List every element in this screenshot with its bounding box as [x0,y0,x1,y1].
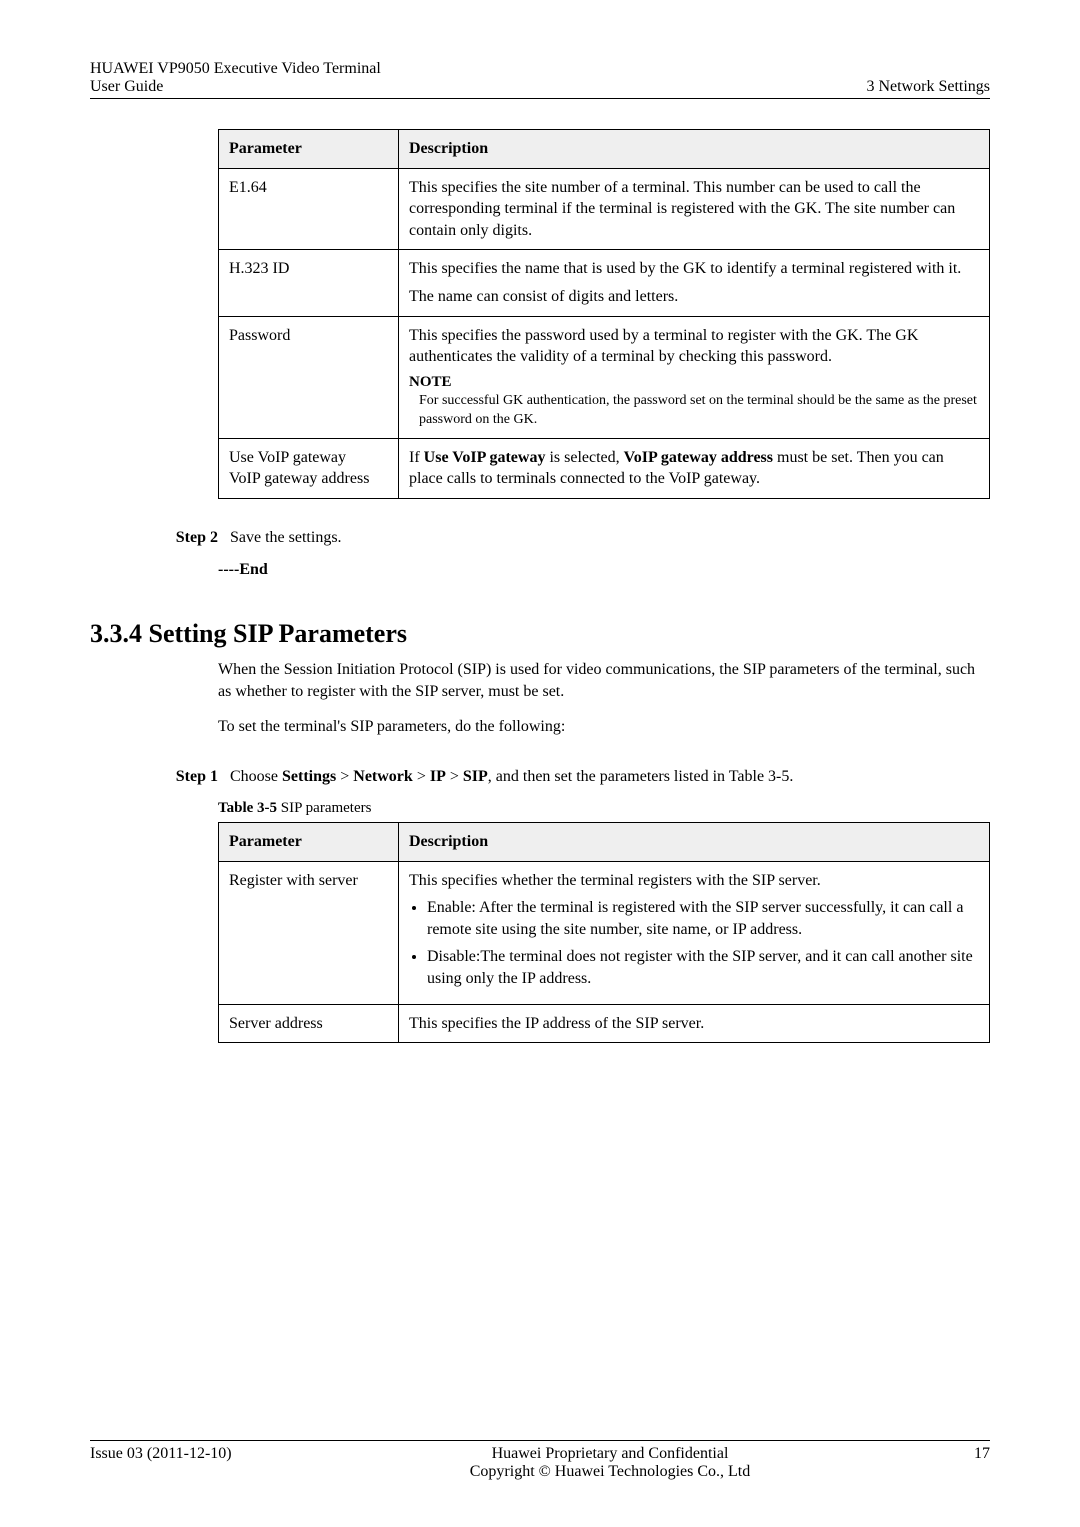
caption-bold: Table 3-5 [218,800,277,816]
section-paragraph: When the Session Initiation Protocol (SI… [218,659,990,702]
section-heading: 3.3.4 Setting SIP Parameters [90,619,990,649]
desc-cell: This specifies the name that is used by … [399,250,990,316]
param-cell: Use VoIP gateway VoIP gateway address [219,438,399,498]
table-row: Server address This specifies the IP add… [219,1004,990,1043]
desc-cell: If Use VoIP gateway is selected, VoIP ga… [399,438,990,498]
page-footer: Issue 03 (2011-12-10) Huawei Proprietary… [90,1440,990,1481]
desc-bold: Use VoIP gateway [424,449,546,466]
table-row: E1.64 This specifies the site number of … [219,168,990,250]
end-marker: ----End [218,561,990,579]
parameters-table-1: Parameter Description E1.64 This specifi… [218,129,990,499]
desc-bold: VoIP gateway address [624,449,773,466]
step-1: Step 1 Choose Settings > Network > IP > … [90,768,990,786]
list-item: Disable:The terminal does not register w… [427,946,979,989]
footer-issue: Issue 03 (2011-12-10) [90,1445,290,1463]
table2-head-param: Parameter [219,823,399,862]
table-caption: Table 3-5 SIP parameters [218,798,990,818]
section-body: When the Session Initiation Protocol (SI… [218,659,990,738]
param-cell: H.323 ID [219,250,399,316]
header-left: HUAWEI VP9050 Executive Video Terminal U… [90,60,381,96]
table2-block: Table 3-5 SIP parameters Parameter Descr… [218,798,990,1043]
step-body: Choose Settings > Network > IP > SIP, an… [230,768,990,786]
header-chapter: 3 Network Settings [866,78,990,96]
table-row: H.323 ID This specifies the name that is… [219,250,990,316]
section-title: Setting SIP Parameters [149,619,408,648]
param-cell: E1.64 [219,168,399,250]
note-body: For successful GK authentication, the pa… [419,392,979,430]
desc-line: The name can consist of digits and lette… [409,286,979,308]
desc-line: This specifies the name that is used by … [409,258,979,280]
footer-line2: Copyright © Huawei Technologies Co., Ltd [290,1463,930,1481]
desc-cell: This specifies the site number of a term… [399,168,990,250]
desc-intro: This specifies whether the terminal regi… [409,870,979,892]
desc-text: is selected, [545,449,623,466]
footer-page: 17 [930,1445,990,1463]
param-line: VoIP gateway address [229,468,388,490]
table2-head-desc: Description [399,823,990,862]
section-number: 3.3.4 [90,619,142,648]
desc-text: If [409,449,424,466]
param-cell: Register with server [219,861,399,1004]
param-cell: Server address [219,1004,399,1043]
step-text: , and then set the parameters listed in … [488,768,794,785]
step-label: Step 2 [90,529,230,547]
step-bold: SIP [463,768,488,785]
note-label: NOTE [409,372,979,392]
step-text: Choose [230,768,282,785]
table1-head-param: Parameter [219,130,399,169]
desc-list: Enable: After the terminal is registered… [409,897,979,989]
list-item: Enable: After the terminal is registered… [427,897,979,940]
step-sep: > [446,768,463,785]
desc-cell: This specifies the password used by a te… [399,316,990,438]
table-row: Register with server This specifies whet… [219,861,990,1004]
param-cell: Password [219,316,399,438]
page: HUAWEI VP9050 Executive Video Terminal U… [0,0,1080,1527]
param-line: Use VoIP gateway [229,447,388,469]
step-label: Step 1 [90,768,230,786]
desc-cell: This specifies the IP address of the SIP… [399,1004,990,1043]
caption-rest: SIP parameters [277,800,371,816]
step-bold: IP [430,768,446,785]
step-bold: Settings [282,768,336,785]
parameters-table-2: Parameter Description Register with serv… [218,822,990,1043]
header-doc: User Guide [90,78,381,96]
table1-head-desc: Description [399,130,990,169]
step-sep: > [336,768,353,785]
step-2: Step 2 Save the settings. [90,529,990,547]
step-sep: > [413,768,430,785]
step-body: Save the settings. [230,529,990,547]
desc-cell: This specifies whether the terminal regi… [399,861,990,1004]
table-row: Use VoIP gateway VoIP gateway address If… [219,438,990,498]
page-header: HUAWEI VP9050 Executive Video Terminal U… [90,60,990,99]
desc-line: This specifies the password used by a te… [409,325,979,368]
header-product: HUAWEI VP9050 Executive Video Terminal [90,60,381,78]
section-paragraph: To set the terminal's SIP parameters, do… [218,716,990,738]
footer-center: Huawei Proprietary and Confidential Copy… [290,1445,930,1481]
table-row: Password This specifies the password use… [219,316,990,438]
step-bold: Network [353,768,413,785]
content-area: Parameter Description E1.64 This specifi… [218,129,990,499]
footer-line1: Huawei Proprietary and Confidential [290,1445,930,1463]
